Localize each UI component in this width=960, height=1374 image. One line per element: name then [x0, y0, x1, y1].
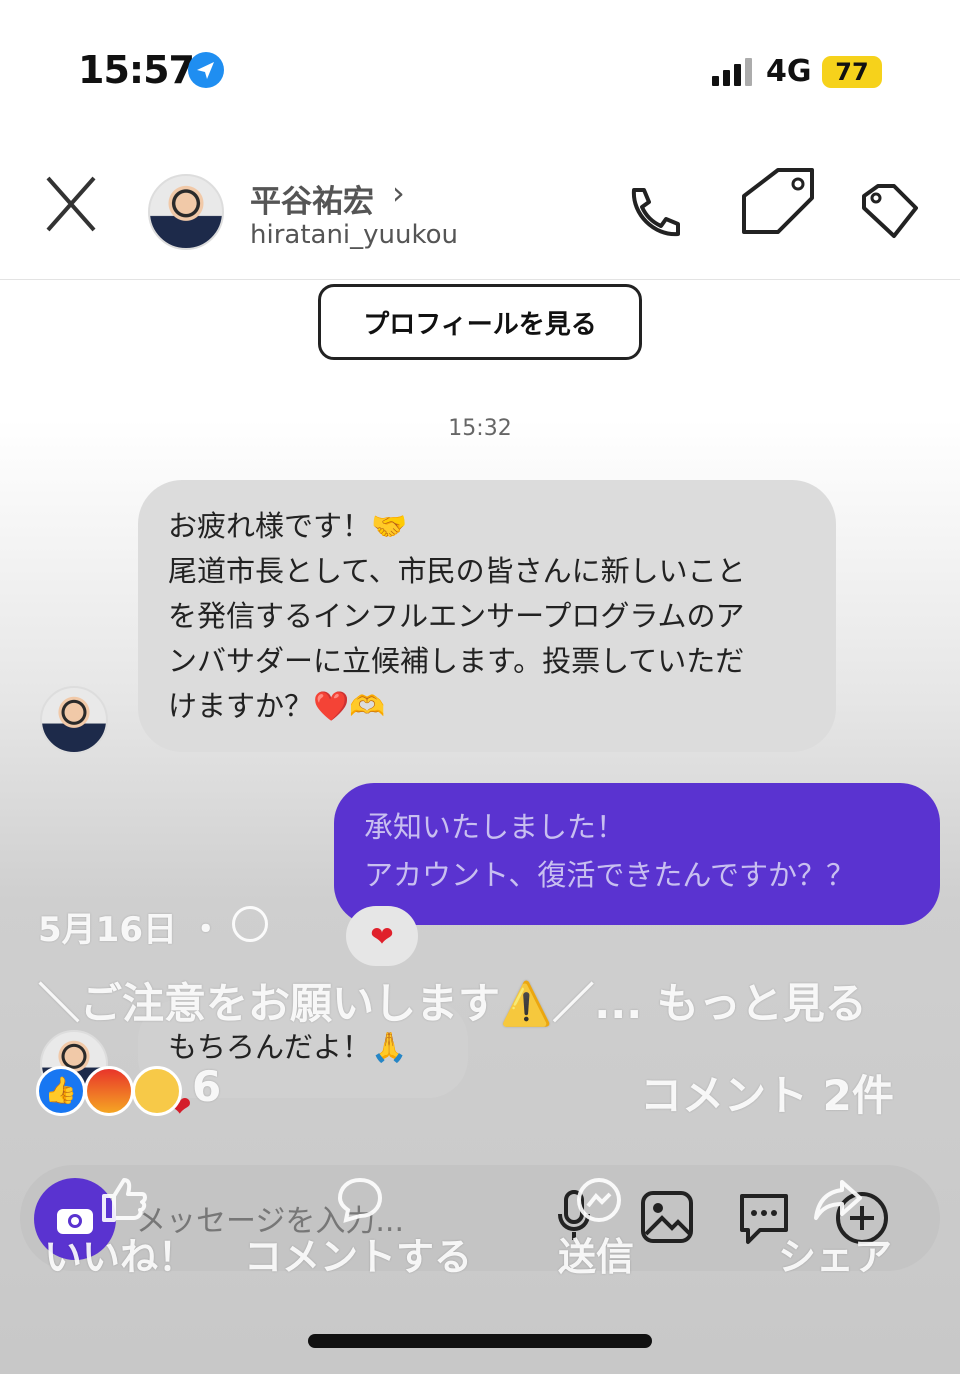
post-date: 5月16日 ・ — [38, 910, 223, 950]
location-arrow-icon — [188, 52, 224, 88]
heart-reaction[interactable]: ❤ — [346, 906, 418, 966]
status-time: 15:57 — [78, 48, 195, 92]
like-reaction-icon: 👍 — [36, 1066, 86, 1116]
comment-count[interactable]: コメント 2件 — [640, 1062, 894, 1123]
share-icon — [812, 1178, 864, 1226]
tag-icon[interactable] — [738, 166, 818, 242]
globe-icon — [232, 906, 268, 942]
view-profile-button[interactable]: プロフィールを見る — [318, 284, 642, 360]
home-indicator[interactable] — [308, 1334, 652, 1348]
message-line: を発信するインフルエンサープログラムのア — [168, 599, 745, 633]
thumbs-up-icon — [100, 1176, 148, 1226]
cellular-signal-icon — [712, 58, 752, 86]
close-icon[interactable] — [44, 172, 100, 242]
contact-name[interactable]: 平谷祐宏 — [250, 176, 374, 221]
send-button[interactable]: 送信 — [558, 1226, 634, 1281]
header-divider — [0, 279, 960, 280]
avatar[interactable] — [148, 174, 224, 250]
chevron-right-icon[interactable]: › — [392, 174, 405, 212]
message-timestamp: 15:32 — [448, 416, 512, 441]
like-button[interactable]: いいね！ — [44, 1226, 196, 1281]
sender-avatar[interactable] — [40, 686, 108, 754]
phone-icon[interactable] — [624, 184, 684, 244]
message-line: 承知いたしました！ — [364, 810, 626, 844]
message-line: ンバサダーに立候補します。投票していただ — [168, 644, 745, 678]
message-line: 尾道市長として、市民の皆さんに新しいこと — [168, 554, 746, 588]
angry-reaction-icon — [84, 1066, 134, 1116]
messenger-icon — [574, 1176, 624, 1230]
message-line: お疲れ様です！🤝 — [168, 509, 408, 543]
message-line: けますか？❤️🫶 — [168, 689, 386, 723]
battery-icon: 77 — [822, 56, 882, 88]
comment-button[interactable]: コメントする — [244, 1226, 472, 1281]
contact-handle[interactable]: hiratani_yuukou — [250, 220, 458, 250]
reaction-count[interactable]: 6 — [192, 1062, 221, 1111]
outgoing-message-bubble[interactable]: 承知いたしました！ アカウント、復活できたんですか？？ — [334, 783, 940, 925]
sad-reaction-icon — [132, 1066, 182, 1116]
image-icon[interactable] — [640, 1190, 694, 1248]
tags-icon[interactable] — [858, 182, 922, 246]
incoming-message-bubble[interactable]: お疲れ様です！🤝 尾道市長として、市民の皆さんに新しいこと を発信するインフルエ… — [138, 480, 836, 752]
share-button[interactable]: シェア — [778, 1226, 892, 1281]
network-type: 4G — [766, 54, 812, 89]
message-line: アカウント、復活できたんですか？？ — [364, 858, 855, 892]
post-caption[interactable]: ＼ご注意をお願いします⚠️／... もっと見る — [38, 970, 867, 1031]
comment-bubble-icon — [336, 1176, 384, 1228]
